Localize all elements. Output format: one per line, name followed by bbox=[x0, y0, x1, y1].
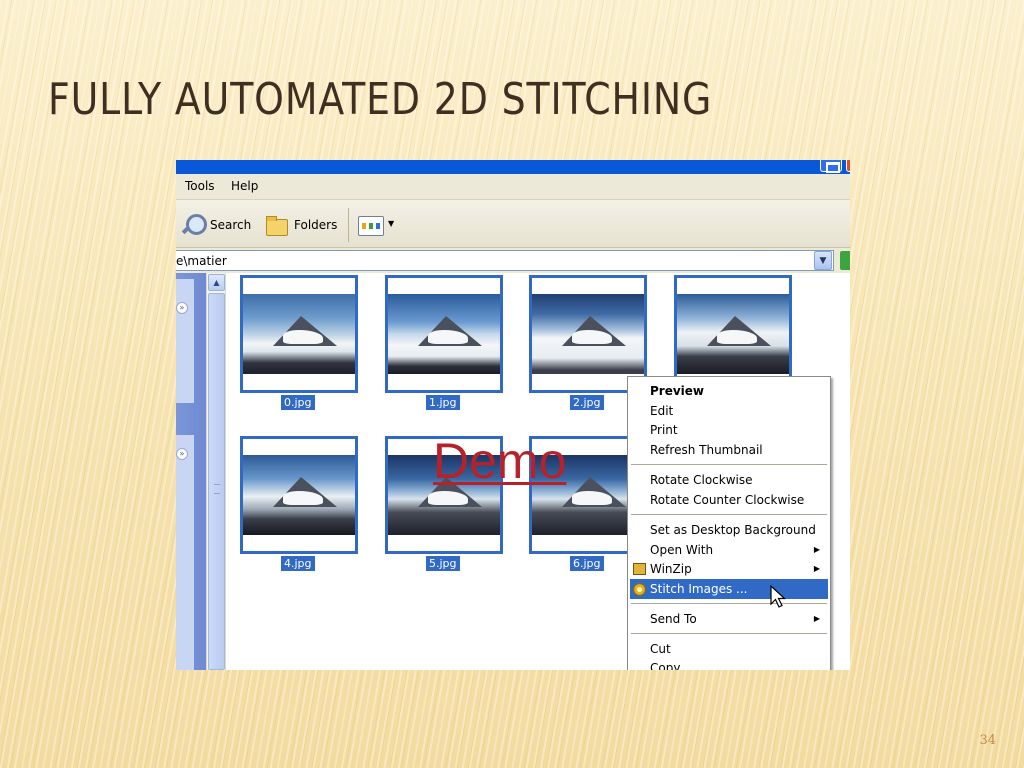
file-name[interactable]: 4.jpg bbox=[281, 556, 315, 571]
chevron-right-icon: ▶ bbox=[813, 545, 820, 554]
thumbnail-0[interactable] bbox=[240, 275, 358, 393]
menu-item-label: Edit bbox=[650, 404, 674, 418]
views-dropdown-icon[interactable]: ▼ bbox=[388, 219, 394, 228]
scroll-thumb[interactable] bbox=[208, 293, 225, 670]
page-number: 34 bbox=[979, 733, 996, 748]
grip-icon bbox=[214, 484, 220, 494]
menu-item-label: Copy bbox=[650, 661, 681, 670]
menu-item-label: Stitch Images ... bbox=[650, 582, 748, 596]
chevron-right-icon: ▶ bbox=[813, 564, 820, 573]
menu-item-winzip[interactable]: WinZip ▶ bbox=[630, 559, 828, 579]
toolbar-separator bbox=[348, 208, 349, 242]
demo-link[interactable]: Demo bbox=[433, 432, 566, 490]
photo-thumbnail bbox=[388, 294, 500, 374]
menu-separator bbox=[631, 603, 827, 604]
menu-bar: Tools Help bbox=[176, 174, 850, 200]
menu-item-label: Rotate Clockwise bbox=[650, 473, 753, 487]
menu-item-label: Set as Desktop Background bbox=[650, 523, 816, 537]
menu-separator bbox=[631, 464, 827, 465]
address-bar: e\matier ▼ bbox=[176, 248, 850, 273]
task-pane-panel bbox=[176, 435, 194, 670]
title-bar bbox=[176, 160, 850, 174]
menu-separator bbox=[631, 514, 827, 515]
mouse-pointer-icon bbox=[770, 585, 787, 608]
photo-thumbnail bbox=[243, 294, 355, 374]
search-icon bbox=[180, 213, 207, 237]
menu-item-cut[interactable]: Cut bbox=[630, 639, 828, 659]
menu-item-label: Open With bbox=[650, 543, 714, 557]
menu-item-label: Cut bbox=[650, 642, 671, 656]
collapse-icon[interactable]: » bbox=[176, 448, 188, 460]
explorer-window-screenshot: Tools Help Search Folders ▼ e\matier ▼ »… bbox=[176, 160, 850, 670]
photo-thumbnail bbox=[243, 455, 355, 535]
search-button[interactable]: Search bbox=[180, 214, 251, 236]
photo-thumbnail bbox=[532, 294, 644, 374]
menu-help[interactable]: Help bbox=[231, 179, 258, 193]
menu-item-copy[interactable]: Copy bbox=[630, 658, 828, 670]
thumbnail-4[interactable] bbox=[240, 436, 358, 554]
menu-item-preview[interactable]: Preview bbox=[630, 381, 828, 401]
context-menu: Preview Edit Print Refresh Thumbnail Rot… bbox=[627, 376, 831, 670]
menu-item-send-to[interactable]: Send To ▶ bbox=[630, 609, 828, 629]
menu-item-rotate-clockwise[interactable]: Rotate Clockwise bbox=[630, 470, 828, 490]
go-icon[interactable] bbox=[840, 251, 850, 270]
menu-item-label: Preview bbox=[650, 384, 705, 398]
menu-item-label: Print bbox=[650, 423, 678, 437]
thumbnail-1[interactable] bbox=[385, 275, 503, 393]
file-name[interactable]: 5.jpg bbox=[426, 556, 460, 571]
scroll-up-icon[interactable]: ▲ bbox=[208, 274, 225, 291]
maximize-icon[interactable] bbox=[820, 160, 842, 173]
stitch-icon bbox=[633, 583, 646, 596]
menu-item-rotate-counter-clockwise[interactable]: Rotate Counter Clockwise bbox=[630, 490, 828, 510]
file-name[interactable]: 6.jpg bbox=[570, 556, 604, 571]
menu-item-refresh-thumbnail[interactable]: Refresh Thumbnail bbox=[630, 440, 828, 460]
collapse-icon[interactable]: » bbox=[176, 302, 188, 314]
address-input[interactable]: e\matier bbox=[176, 250, 834, 271]
menu-item-label: Rotate Counter Clockwise bbox=[650, 493, 805, 507]
toolbar: Search Folders ▼ bbox=[176, 200, 850, 248]
winzip-icon bbox=[633, 563, 646, 575]
task-pane-panel bbox=[176, 279, 194, 403]
views-icon[interactable] bbox=[358, 216, 384, 236]
search-button-label: Search bbox=[210, 218, 252, 232]
vertical-scrollbar[interactable]: ▲ bbox=[206, 273, 226, 670]
menu-item-print[interactable]: Print bbox=[630, 420, 828, 440]
file-name[interactable]: 2.jpg bbox=[570, 395, 604, 410]
menu-tools[interactable]: Tools bbox=[185, 179, 215, 193]
menu-item-stitch-images[interactable]: Stitch Images ... bbox=[630, 579, 828, 599]
chevron-down-icon[interactable]: ▼ bbox=[814, 251, 832, 270]
menu-item-set-desktop-background[interactable]: Set as Desktop Background bbox=[630, 520, 828, 540]
menu-item-label: WinZip bbox=[650, 562, 692, 576]
menu-separator bbox=[631, 633, 827, 634]
file-name[interactable]: 1.jpg bbox=[426, 395, 460, 410]
folders-button[interactable]: Folders bbox=[264, 214, 337, 236]
slide-title: Fully Automated 2D Stitching bbox=[48, 74, 713, 125]
menu-item-edit[interactable]: Edit bbox=[630, 401, 828, 421]
menu-item-label: Refresh Thumbnail bbox=[650, 443, 763, 457]
close-icon[interactable] bbox=[846, 160, 850, 172]
photo-thumbnail bbox=[677, 294, 789, 374]
menu-item-label: Send To bbox=[650, 612, 697, 626]
file-name[interactable]: 0.jpg bbox=[281, 395, 315, 410]
folder-icon bbox=[264, 213, 290, 237]
task-pane: » » bbox=[176, 273, 206, 670]
menu-item-open-with[interactable]: Open With ▶ bbox=[630, 540, 828, 560]
chevron-right-icon: ▶ bbox=[813, 614, 820, 623]
folders-button-label: Folders bbox=[294, 218, 338, 232]
